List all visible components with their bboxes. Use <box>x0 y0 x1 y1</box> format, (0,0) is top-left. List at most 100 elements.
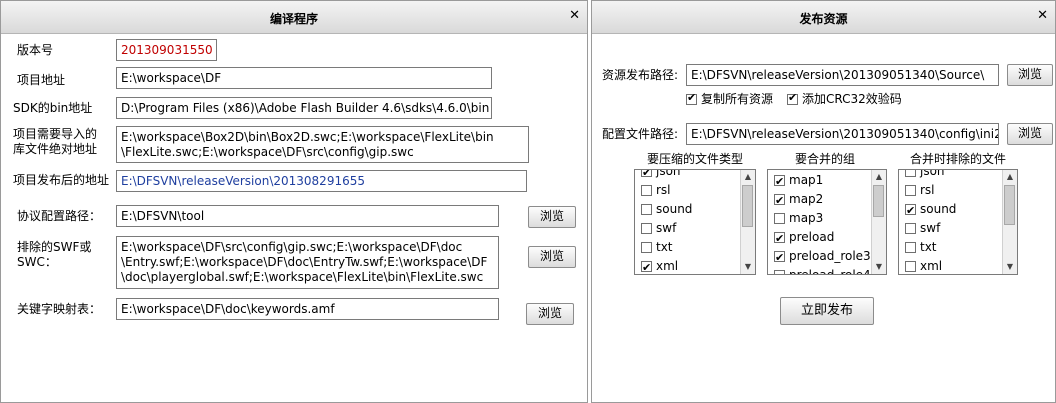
list-item[interactable]: sound <box>899 200 1003 220</box>
list-item[interactable]: preload_role4 <box>768 266 872 274</box>
copy-all-checkbox[interactable]: 复制所有资源 <box>686 91 774 106</box>
checkbox-unchecked-icon[interactable] <box>641 185 652 196</box>
merge-list[interactable]: map1 map2 map3 preload preload_role3 preload_… <box>767 169 887 275</box>
scroll-down-icon[interactable]: ▼ <box>1003 260 1017 274</box>
publish-titlebar: 发布资源 ✕ <box>592 1 1055 34</box>
list-item[interactable]: map3 <box>768 209 872 228</box>
scroll-thumb[interactable] <box>1004 185 1015 225</box>
list-item-label: preload <box>789 230 835 244</box>
checkbox-unchecked-icon[interactable] <box>641 242 652 253</box>
output-field[interactable]: E:\DFSVN\releaseVersion\201308291655 <box>116 170 527 192</box>
checkbox-checked-icon[interactable] <box>774 191 785 210</box>
list-item[interactable]: txt <box>899 238 1003 257</box>
crc-checkbox[interactable]: 添加CRC32效验码 <box>787 91 902 106</box>
close-icon[interactable]: ✕ <box>569 8 580 24</box>
list-item[interactable]: json <box>635 170 741 182</box>
list-item[interactable]: map1 <box>768 171 872 191</box>
checkbox-unchecked-icon[interactable] <box>641 223 652 234</box>
protocol-browse-button[interactable]: 浏览 <box>528 206 576 228</box>
project-field[interactable]: E:\workspace\DF <box>116 67 492 89</box>
publish-window: 发布资源 ✕ 资源发布路径: E:\DFSVN\releaseVersion\2… <box>591 0 1056 403</box>
sdk-field[interactable]: D:\Program Files (x86)\Adobe Flash Build… <box>116 97 492 119</box>
compile-title: 编译程序 <box>269 12 318 26</box>
version-field[interactable]: 201309031550 <box>116 39 217 61</box>
checkbox-checked-icon[interactable] <box>641 258 652 274</box>
scroll-down-icon[interactable]: ▼ <box>872 260 886 274</box>
copy-all-label: 复制所有资源 <box>701 92 774 106</box>
scroll-up-icon[interactable]: ▲ <box>872 170 886 184</box>
scroll-thumb[interactable] <box>742 185 753 227</box>
sdk-label: SDK的bin地址 <box>13 101 93 115</box>
list-item-label: map3 <box>789 211 824 225</box>
keywords-field[interactable]: E:\workspace\DF\doc\keywords.amf <box>116 298 499 320</box>
checkbox-checked-icon[interactable] <box>774 248 785 267</box>
merge-scrollbar[interactable]: ▲ ▼ <box>871 170 886 274</box>
checkbox-checked-icon <box>686 91 697 105</box>
checkbox-unchecked-icon[interactable] <box>905 185 916 196</box>
exclude-browse-button[interactable]: 浏览 <box>528 246 576 268</box>
list-item-label: rsl <box>656 183 671 197</box>
compile-titlebar: 编译程序 ✕ <box>1 1 587 34</box>
list-item-label: map2 <box>789 192 824 206</box>
list-item[interactable]: preload_role3 <box>768 247 872 267</box>
scroll-up-icon[interactable]: ▲ <box>741 170 755 184</box>
checkbox-checked-icon[interactable] <box>774 172 785 191</box>
checkbox-checked-icon[interactable] <box>774 229 785 248</box>
source-label: 资源发布路径: <box>602 68 679 82</box>
config-field[interactable]: E:\DFSVN\releaseVersion\201309051340\con… <box>686 123 999 145</box>
crc-label: 添加CRC32效验码 <box>802 92 902 106</box>
libs-field[interactable]: E:\workspace\Box2D\bin\Box2D.swc;E:\work… <box>116 126 529 163</box>
protocol-field[interactable]: E:\DFSVN\tool <box>116 205 499 227</box>
list-item[interactable]: xml <box>899 257 1003 274</box>
version-label: 版本号 <box>17 43 54 57</box>
list-item-label: txt <box>920 240 937 254</box>
list-item[interactable]: rsl <box>635 181 741 200</box>
list-item-label: rsl <box>920 183 935 197</box>
checkbox-unchecked-icon[interactable] <box>641 204 652 215</box>
list-item[interactable]: swf <box>899 219 1003 238</box>
list-item[interactable]: rsl <box>899 181 1003 200</box>
merge-header: 要合并的组 <box>795 152 856 166</box>
checkbox-unchecked-icon[interactable] <box>905 170 916 177</box>
config-browse-button[interactable]: 浏览 <box>1007 123 1053 145</box>
exclude-files-header: 合并时排除的文件 <box>910 152 1007 166</box>
compress-list-items: json rsl sound swf txt xml <box>635 170 741 274</box>
exclude-label: 排除的SWF或 SWC： <box>17 240 92 269</box>
source-field[interactable]: E:\DFSVN\releaseVersion\201309051340\Sou… <box>686 64 999 86</box>
source-browse-button[interactable]: 浏览 <box>1007 64 1053 86</box>
exclude-files-list[interactable]: json rsl sound swf txt xml ▲ ▼ <box>898 169 1018 275</box>
scroll-down-icon[interactable]: ▼ <box>741 260 755 274</box>
config-label: 配置文件路径: <box>602 127 679 141</box>
list-item-label: xml <box>920 259 943 273</box>
checkbox-unchecked-icon[interactable] <box>905 242 916 253</box>
list-item[interactable]: sound <box>635 200 741 219</box>
scroll-thumb[interactable] <box>873 185 884 217</box>
checkbox-checked-icon[interactable] <box>905 201 916 220</box>
scroll-up-icon[interactable]: ▲ <box>1003 170 1017 184</box>
list-item-label: swf <box>656 221 677 235</box>
exclude-files-list-items: json rsl sound swf txt xml <box>899 169 1003 274</box>
list-item-label: swf <box>920 221 941 235</box>
publish-now-button[interactable]: 立即发布 <box>780 297 874 325</box>
output-label: 项目发布后的地址 <box>13 173 110 187</box>
list-item[interactable]: preload <box>768 228 872 248</box>
list-item[interactable]: json <box>899 169 1003 181</box>
checkbox-checked-icon[interactable] <box>641 170 652 182</box>
compile-window: 编译程序 ✕ 版本号 201309031550 项目地址 E:\workspac… <box>0 0 588 403</box>
list-item[interactable]: map2 <box>768 190 872 210</box>
keywords-browse-button[interactable]: 浏览 <box>526 303 574 325</box>
compress-scrollbar[interactable]: ▲ ▼ <box>740 170 755 274</box>
list-item[interactable]: txt <box>635 238 741 257</box>
list-item[interactable]: swf <box>635 219 741 238</box>
checkbox-unchecked-icon[interactable] <box>905 223 916 234</box>
checkbox-unchecked-icon[interactable] <box>774 270 785 274</box>
checkbox-unchecked-icon[interactable] <box>774 213 785 224</box>
close-icon[interactable]: ✕ <box>1037 8 1048 24</box>
list-item[interactable]: xml <box>635 257 741 274</box>
exclude-field[interactable]: E:\workspace\DF\src\config\gip.swc;E:\wo… <box>116 236 499 289</box>
checkbox-unchecked-icon[interactable] <box>905 261 916 272</box>
exclude-files-scrollbar[interactable]: ▲ ▼ <box>1002 170 1017 274</box>
checkbox-checked-icon <box>787 91 798 105</box>
compress-list[interactable]: json rsl sound swf txt xml ▲ ▼ <box>634 169 756 275</box>
list-item-label: json <box>920 169 945 178</box>
